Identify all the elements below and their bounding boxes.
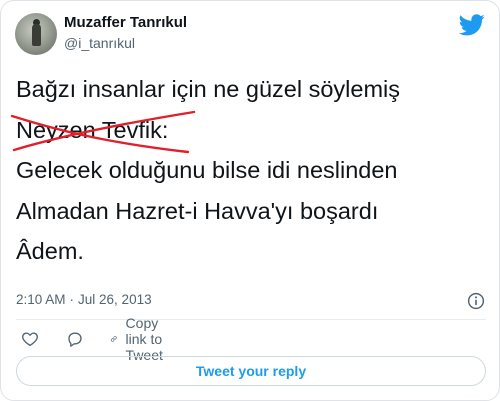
- like-button[interactable]: [21, 329, 39, 349]
- tweet-line: Gelecek olduğunu bilse idi neslinden: [16, 157, 398, 183]
- tweet-timestamp[interactable]: 2:10 AM · Jul 26, 2013: [16, 292, 152, 307]
- tweet-text: Bağzı insanlar için ne güzel söylemiş Ne…: [10, 69, 486, 272]
- avatar[interactable]: [15, 13, 57, 55]
- tweet-time: 2:10 AM: [16, 292, 66, 307]
- twitter-bird-icon[interactable]: [459, 14, 485, 36]
- author-name[interactable]: Muzaffer Tanrıkul: [64, 14, 187, 31]
- red-strikethrough-marks: [10, 110, 196, 153]
- author-handle[interactable]: @i_tanrıkul: [64, 35, 135, 51]
- struck-author-name: Neyzen Tevfik:: [10, 110, 196, 153]
- link-icon: [110, 336, 117, 342]
- reply-icon: [68, 332, 82, 347]
- tweet-card: Muzaffer Tanrıkul @i_tanrıkul Bağzı insa…: [0, 0, 500, 401]
- tweet-line: Âdem.: [16, 238, 84, 264]
- tweet-your-reply-button[interactable]: Tweet your reply: [16, 356, 486, 386]
- timestamp-separator: ·: [69, 292, 75, 307]
- tweet-line: Bağzı insanlar için ne güzel söylemiş: [16, 76, 401, 102]
- tweet-line: Almadan Hazret-i Havva'yı boşardı: [16, 197, 379, 224]
- reply-button[interactable]: [66, 329, 84, 349]
- copy-link-button[interactable]: Copy link to Tweet: [110, 315, 173, 363]
- tweet-date: Jul 26, 2013: [78, 292, 152, 307]
- heart-icon: [22, 332, 38, 347]
- divider: [16, 319, 486, 320]
- info-icon[interactable]: [467, 292, 485, 310]
